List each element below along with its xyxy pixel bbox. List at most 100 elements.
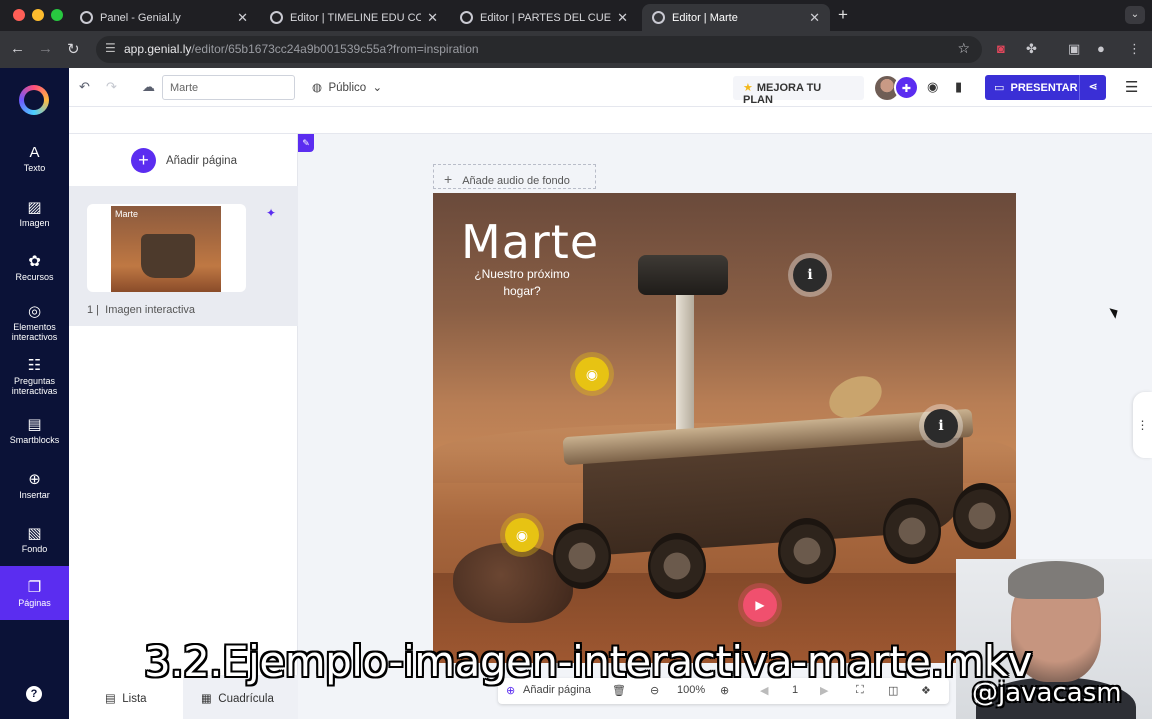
star-icon: ★ xyxy=(743,82,753,94)
genially-favicon-icon xyxy=(460,11,473,24)
tab-label: Lista xyxy=(122,693,147,705)
url-field[interactable]: ☰ app.genial.ly/editor/65b1673cc24a9b001… xyxy=(96,36,982,63)
redo-icon[interactable]: ↷ xyxy=(106,79,117,95)
sidebar-item-interactive-elements[interactable]: ◎ Elementos interactivos xyxy=(0,302,69,342)
close-window-button[interactable] xyxy=(13,9,25,21)
tab-search-icon[interactable]: ⌄ xyxy=(1125,6,1145,24)
pin-icon[interactable]: ✎ xyxy=(298,134,314,152)
sidebar-item-background[interactable]: ▧ Fondo xyxy=(0,524,69,554)
add-page-label: Añadir página xyxy=(166,154,237,167)
reload-icon[interactable]: ↻ xyxy=(67,40,80,58)
back-icon[interactable]: ← xyxy=(10,40,25,57)
rover-wheel xyxy=(883,498,941,564)
close-tab-icon[interactable]: ✕ xyxy=(809,10,820,26)
interactive-elements-icon: ◎ xyxy=(27,303,42,320)
slide-subtitle[interactable]: ¿Nuestro próximo hogar? xyxy=(468,266,576,300)
minimize-window-button[interactable] xyxy=(32,9,44,21)
sidebar-item-label: Fondo xyxy=(21,544,48,554)
eye-hotspot-icon[interactable]: ◉ xyxy=(575,357,609,391)
info-hotspot-icon[interactable]: i xyxy=(924,409,958,443)
preview-eye-icon[interactable]: ◉ xyxy=(927,79,938,95)
sidebar-item-text[interactable]: A Texto xyxy=(0,143,69,173)
info-hotspot-icon[interactable]: i xyxy=(793,258,827,292)
close-tab-icon[interactable]: ✕ xyxy=(427,10,438,26)
sidebar-item-smartblocks[interactable]: ▤ Smartblocks xyxy=(0,415,69,445)
visibility-label: Público xyxy=(328,82,367,94)
new-tab-icon[interactable]: + xyxy=(838,5,848,25)
browser-address-bar: ← → ↻ ☰ app.genial.ly/editor/65b1673cc24… xyxy=(0,31,1152,68)
page-thumbnail[interactable]: Marte xyxy=(87,204,246,292)
sidebar-item-insert[interactable]: ⊕ Insertar xyxy=(0,470,69,500)
add-background-audio-button[interactable]: + Añade audio de fondo xyxy=(433,164,596,189)
zoom-window-button[interactable] xyxy=(51,9,63,21)
presenter-hair xyxy=(1008,561,1104,599)
browser-tab[interactable]: Editor | TIMELINE EDU COLOR ✕ xyxy=(260,4,448,31)
sidebar-item-label: Páginas xyxy=(18,598,51,608)
list-icon: ▤ xyxy=(105,693,116,705)
secondary-toolbar xyxy=(69,107,1152,134)
undo-icon[interactable]: ↶ xyxy=(79,79,90,95)
stats-icon[interactable]: ▮ xyxy=(955,79,962,95)
extensions-icon[interactable]: ✤ xyxy=(1026,41,1037,57)
visibility-dropdown[interactable]: ◍ Público ⌄ xyxy=(312,80,382,94)
upgrade-plan-button[interactable]: ★ MEJORA TU PLAN xyxy=(733,76,864,106)
slide-canvas[interactable]: Marte ¿Nuestro próximo hogar? i i ◉ ◉ ▶ xyxy=(433,193,1016,663)
tab-label: Cuadrícula xyxy=(218,693,274,705)
sidebar-item-label: Smartblocks xyxy=(9,435,60,445)
present-button[interactable]: ▭ PRESENTAR ⋖ xyxy=(985,75,1106,100)
sidebar-item-interactive-questions[interactable]: ☷ Preguntas interactivas xyxy=(0,356,69,396)
text-icon: A xyxy=(29,144,40,161)
browser-tab-active[interactable]: Editor | Marte ✕ xyxy=(642,4,830,31)
side-panel-icon[interactable]: ▣ xyxy=(1068,41,1080,57)
sidebar-item-image[interactable]: ▨ Imagen xyxy=(0,198,69,228)
insert-icon: ⊕ xyxy=(28,471,41,488)
add-collaborator-icon[interactable]: ✚ xyxy=(894,75,919,100)
genially-name-input[interactable] xyxy=(162,75,295,100)
image-icon: ▨ xyxy=(27,199,42,216)
side-panel-handle-icon[interactable]: ⋮ xyxy=(1133,392,1152,458)
upgrade-label: MEJORA TU PLAN xyxy=(743,82,822,106)
sidebar-item-label: Imagen xyxy=(19,218,50,228)
slide-title[interactable]: Marte xyxy=(461,215,599,269)
sidebar-item-label: Preguntas interactivas xyxy=(11,376,58,396)
rover-mast xyxy=(676,293,694,443)
play-hotspot-icon[interactable]: ▶ xyxy=(743,588,777,622)
browser-menu-icon[interactable]: ⋮ xyxy=(1128,41,1141,57)
questions-icon: ☷ xyxy=(27,357,42,374)
chevron-down-icon: ⌄ xyxy=(372,82,383,94)
sidebar-item-resources[interactable]: ✿ Recursos xyxy=(0,252,69,282)
forward-icon[interactable]: → xyxy=(38,40,53,57)
eye-hotspot-icon[interactable]: ◉ xyxy=(505,518,539,552)
share-icon[interactable]: ⋖ xyxy=(1079,75,1106,100)
profile-avatar-icon[interactable]: ● xyxy=(1097,41,1105,56)
magic-wand-icon[interactable]: ✦ xyxy=(266,206,276,220)
page-name: Imagen interactiva xyxy=(105,304,196,316)
pocket-icon[interactable]: ◙ xyxy=(997,41,1005,56)
editor-sidebar: A Texto ▨ Imagen ✿ Recursos ◎ Elementos … xyxy=(0,68,69,719)
thumbnail-image: Marte xyxy=(111,206,221,292)
url-text[interactable]: app.genial.ly/editor/65b1673cc24a9b00153… xyxy=(124,42,479,56)
help-icon[interactable]: ? xyxy=(26,686,42,702)
bookmark-star-icon[interactable]: ☆ xyxy=(957,40,970,57)
add-page-button[interactable]: + Añadir página xyxy=(131,148,237,173)
smartblocks-icon: ▤ xyxy=(27,416,42,433)
sidebar-item-label: Recursos xyxy=(15,272,54,282)
site-settings-icon[interactable]: ☰ xyxy=(105,41,116,55)
globe-icon: ◍ xyxy=(312,82,323,94)
menu-icon[interactable]: ☰ xyxy=(1125,78,1138,96)
grid-icon: ▦ xyxy=(201,693,212,705)
page-label: 1 | Imagen interactiva xyxy=(87,304,196,316)
browser-tab[interactable]: Panel - Genial.ly ✕ xyxy=(70,4,258,31)
rover-camera-head xyxy=(638,255,728,295)
present-label: PRESENTAR xyxy=(1010,82,1078,94)
video-caption: 3.2.Ejemplo-imagen-interactiva-marte.mkv xyxy=(144,637,1032,686)
genially-logo-icon[interactable] xyxy=(19,85,49,115)
close-tab-icon[interactable]: ✕ xyxy=(237,10,248,26)
close-tab-icon[interactable]: ✕ xyxy=(617,10,628,26)
sidebar-item-pages[interactable]: ❐ Páginas xyxy=(0,566,69,620)
genially-favicon-icon xyxy=(270,11,283,24)
browser-tab[interactable]: Editor | PARTES DEL CUERPO ✕ xyxy=(450,4,638,31)
genially-favicon-icon xyxy=(652,11,665,24)
page-list-item[interactable]: Marte ✦ 1 | Imagen interactiva xyxy=(69,186,298,326)
rover-wheel xyxy=(953,483,1011,549)
